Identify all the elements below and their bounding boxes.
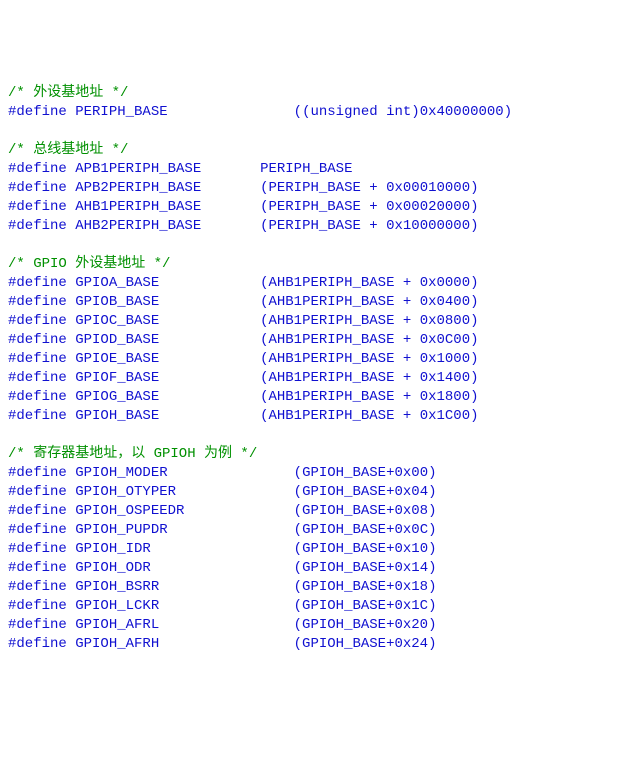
- macro-value: (PERIPH_BASE + 0x00010000): [260, 180, 478, 196]
- macro-name: GPIOH_BASE: [75, 408, 159, 424]
- macro-value: (AHB1PERIPH_BASE + 0x0800): [260, 313, 478, 329]
- define-keyword: #define: [8, 522, 67, 538]
- define-keyword: #define: [8, 218, 67, 234]
- macro-value: (GPIOH_BASE+0x0C): [294, 522, 437, 538]
- macro-value: (GPIOH_BASE+0x14): [294, 560, 437, 576]
- macro-value: (GPIOH_BASE+0x00): [294, 465, 437, 481]
- macro-name: APB1PERIPH_BASE: [75, 161, 201, 177]
- macro-value: (PERIPH_BASE + 0x00020000): [260, 199, 478, 215]
- macro-value: (AHB1PERIPH_BASE + 0x1000): [260, 351, 478, 367]
- define-keyword: #define: [8, 180, 67, 196]
- macro-name: GPIOH_OTYPER: [75, 484, 176, 500]
- macro-name: GPIOH_LCKR: [75, 598, 159, 614]
- macro-name: GPIOB_BASE: [75, 294, 159, 310]
- define-keyword: #define: [8, 199, 67, 215]
- define-keyword: #define: [8, 275, 67, 291]
- define-keyword: #define: [8, 313, 67, 329]
- macro-name: GPIOA_BASE: [75, 275, 159, 291]
- define-keyword: #define: [8, 617, 67, 633]
- define-keyword: #define: [8, 351, 67, 367]
- macro-value: (AHB1PERIPH_BASE + 0x0400): [260, 294, 478, 310]
- macro-value: (AHB1PERIPH_BASE + 0x0C00): [260, 332, 478, 348]
- macro-value: (GPIOH_BASE+0x04): [294, 484, 437, 500]
- macro-name: GPIOH_MODER: [75, 465, 167, 481]
- macro-name: AHB1PERIPH_BASE: [75, 199, 201, 215]
- macro-value: (GPIOH_BASE+0x1C): [294, 598, 437, 614]
- define-keyword: #define: [8, 579, 67, 595]
- macro-value: (GPIOH_BASE+0x10): [294, 541, 437, 557]
- define-keyword: #define: [8, 104, 67, 120]
- comment: /* 外设基地址 */: [8, 85, 128, 101]
- macro-value: (GPIOH_BASE+0x08): [294, 503, 437, 519]
- macro-value: (AHB1PERIPH_BASE + 0x0000): [260, 275, 478, 291]
- macro-value: ((unsigned int)0x40000000): [294, 104, 512, 120]
- comment: /* GPIO 外设基地址 */: [8, 256, 170, 272]
- define-keyword: #define: [8, 465, 67, 481]
- macro-name: GPIOD_BASE: [75, 332, 159, 348]
- define-keyword: #define: [8, 370, 67, 386]
- macro-value: (AHB1PERIPH_BASE + 0x1400): [260, 370, 478, 386]
- macro-name: GPIOH_IDR: [75, 541, 151, 557]
- define-keyword: #define: [8, 294, 67, 310]
- macro-value: (GPIOH_BASE+0x24): [294, 636, 437, 652]
- define-keyword: #define: [8, 161, 67, 177]
- define-keyword: #define: [8, 484, 67, 500]
- define-keyword: #define: [8, 408, 67, 424]
- macro-name: APB2PERIPH_BASE: [75, 180, 201, 196]
- define-keyword: #define: [8, 503, 67, 519]
- macro-name: GPIOH_ODR: [75, 560, 151, 576]
- macro-name: GPIOF_BASE: [75, 370, 159, 386]
- define-keyword: #define: [8, 598, 67, 614]
- macro-name: AHB2PERIPH_BASE: [75, 218, 201, 234]
- code-block: /* 外设基地址 */ #define PERIPH_BASE ((unsign…: [8, 84, 632, 654]
- comment: /* 总线基地址 */: [8, 142, 128, 158]
- macro-name: GPIOG_BASE: [75, 389, 159, 405]
- macro-value: (GPIOH_BASE+0x20): [294, 617, 437, 633]
- comment: /* 寄存器基地址，以 GPIOH 为例 */: [8, 446, 257, 462]
- define-keyword: #define: [8, 560, 67, 576]
- macro-name: GPIOC_BASE: [75, 313, 159, 329]
- macro-name: GPIOH_BSRR: [75, 579, 159, 595]
- macro-value: (PERIPH_BASE + 0x10000000): [260, 218, 478, 234]
- macro-name: GPIOE_BASE: [75, 351, 159, 367]
- macro-value: (AHB1PERIPH_BASE + 0x1C00): [260, 408, 478, 424]
- define-keyword: #define: [8, 541, 67, 557]
- macro-name: GPIOH_AFRH: [75, 636, 159, 652]
- macro-name: GPIOH_OSPEEDR: [75, 503, 184, 519]
- define-keyword: #define: [8, 636, 67, 652]
- define-keyword: #define: [8, 389, 67, 405]
- macro-name: GPIOH_AFRL: [75, 617, 159, 633]
- macro-name: PERIPH_BASE: [75, 104, 167, 120]
- macro-name: GPIOH_PUPDR: [75, 522, 167, 538]
- macro-value: (GPIOH_BASE+0x18): [294, 579, 437, 595]
- macro-value: (AHB1PERIPH_BASE + 0x1800): [260, 389, 478, 405]
- define-keyword: #define: [8, 332, 67, 348]
- macro-value: PERIPH_BASE: [260, 161, 352, 177]
